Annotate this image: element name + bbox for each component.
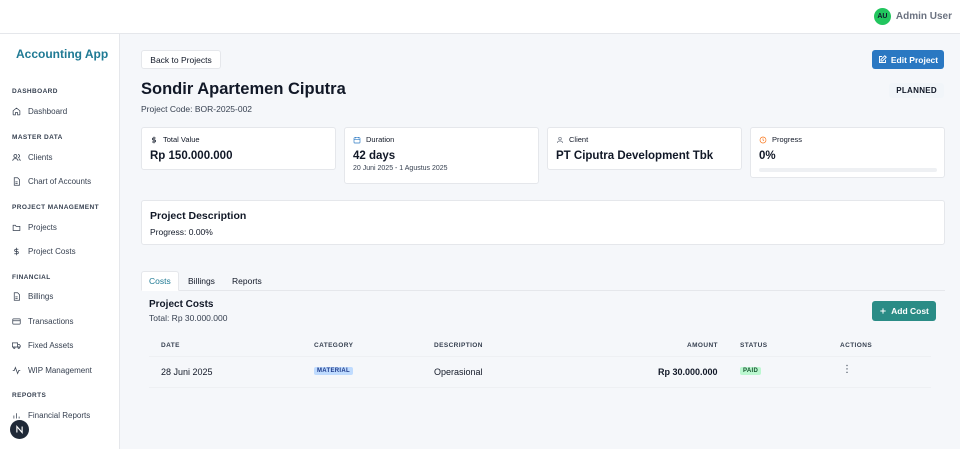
- card-label: Total Value: [150, 135, 200, 144]
- total-value: Rp 150.000.000: [150, 150, 233, 162]
- add-cost-label: Add Cost: [891, 306, 929, 316]
- top-bar: AU Admin User: [0, 0, 960, 34]
- tab-reports[interactable]: Reports: [225, 271, 269, 291]
- category-badge: MATERIAL: [314, 367, 353, 375]
- activity-icon: [12, 366, 21, 375]
- total-value-card: Total Value Rp 150.000.000: [141, 127, 336, 170]
- dollar-icon: [14, 247, 19, 256]
- header-divider: [149, 356, 931, 357]
- column-header-status: STATUS: [740, 342, 768, 349]
- users-icon: [12, 154, 21, 161]
- sidebar-item-label: Dashboard: [28, 107, 68, 116]
- status-badge: PLANNED: [889, 83, 944, 98]
- sidebar-item-clients[interactable]: Clients: [12, 153, 52, 162]
- more-vertical-icon[interactable]: ⋮: [842, 365, 852, 375]
- user-name[interactable]: Admin User: [896, 11, 952, 22]
- sidebar-item-transactions[interactable]: Transactions: [12, 317, 74, 326]
- file-icon: [13, 177, 20, 186]
- edit-project-button[interactable]: Edit Project: [872, 50, 944, 69]
- calendar-icon: [353, 136, 361, 143]
- project-code: Project Code: BOR-2025-002: [141, 104, 253, 114]
- costs-total: Total: Rp 30.000.000: [149, 313, 228, 323]
- truck-icon: [12, 342, 21, 349]
- card-label-text: Total Value: [163, 135, 200, 144]
- progress-value: 0%: [759, 150, 776, 162]
- sidebar-item-wip-management[interactable]: WIP Management: [12, 366, 92, 375]
- card-label-text: Progress: [772, 135, 803, 144]
- duration-value: 42 days: [353, 150, 396, 162]
- edit-project-label: Edit Project: [890, 54, 939, 65]
- client-value: PT Ciputra Development Tbk: [556, 150, 714, 162]
- sidebar-item-project-costs[interactable]: Project Costs: [12, 247, 76, 256]
- progress-bar: [759, 168, 937, 172]
- card-label-text: Duration: [366, 135, 395, 144]
- column-header-amount: AMOUNT: [687, 342, 718, 349]
- duration-dates: 20 Juni 2025 - 1 Agustus 2025: [353, 165, 448, 172]
- sidebar-item-label: Project Costs: [28, 247, 76, 256]
- home-icon: [12, 107, 21, 116]
- sidebar-section-master-data: MASTER DATA: [12, 134, 63, 141]
- plus-icon: [880, 308, 886, 314]
- n-logo-icon: [16, 425, 23, 434]
- file-icon: [13, 292, 20, 301]
- card-label: Client: [556, 135, 588, 144]
- client-card: Client PT Ciputra Development Tbk: [547, 127, 742, 170]
- sidebar-item-label: Billings: [28, 292, 54, 301]
- sidebar-item-label: Clients: [28, 153, 53, 162]
- tab-billings[interactable]: Billings: [181, 271, 222, 291]
- sidebar-item-label: WIP Management: [28, 366, 92, 375]
- column-header-date: DATE: [161, 342, 180, 349]
- cell-amount: Rp 30.000.000: [658, 367, 718, 377]
- page-title: Sondir Apartemen Ciputra: [141, 80, 346, 98]
- tab-bar: Costs Billings Reports: [141, 271, 945, 291]
- column-header-description: DESCRIPTION: [434, 342, 483, 349]
- cell-description: Operasional: [434, 367, 483, 377]
- clock-icon: [759, 136, 767, 143]
- progress-card: Progress 0%: [750, 127, 945, 178]
- main-content: Back to Projects Edit Project Sondir Apa…: [121, 34, 960, 449]
- column-header-category: CATEGORY: [314, 342, 354, 349]
- app-brand[interactable]: Accounting App: [16, 47, 108, 61]
- sidebar-section-dashboard: DASHBOARD: [12, 88, 58, 95]
- card-label: Progress: [759, 135, 802, 144]
- sidebar-item-financial-reports[interactable]: Financial Reports: [12, 411, 90, 420]
- column-header-actions: ACTIONS: [840, 342, 873, 349]
- status-badge-paid: PAID: [740, 367, 762, 375]
- sidebar-item-dashboard[interactable]: Dashboard: [12, 107, 67, 116]
- card-icon: [12, 318, 21, 325]
- next-logo-button[interactable]: [10, 420, 29, 439]
- sidebar-item-chart-of-accounts[interactable]: Chart of Accounts: [12, 177, 91, 186]
- add-cost-button[interactable]: Add Cost: [872, 301, 936, 321]
- sidebar-section-reports: REPORTS: [12, 392, 47, 399]
- sidebar-item-label: Chart of Accounts: [28, 177, 92, 186]
- dollar-icon: [152, 136, 156, 143]
- card-label-text: Client: [569, 135, 589, 144]
- description-title: Project Description: [150, 210, 247, 222]
- sidebar-item-projects[interactable]: Projects: [12, 223, 57, 232]
- edit-icon: [878, 55, 887, 63]
- sidebar-item-label: Projects: [28, 223, 57, 232]
- sidebar: Accounting App DASHBOARD Dashboard MASTE…: [0, 34, 120, 449]
- sidebar-item-label: Financial Reports: [28, 411, 91, 420]
- duration-card: Duration 42 days 20 Juni 2025 - 1 Agustu…: [344, 127, 539, 184]
- avatar[interactable]: AU: [873, 8, 891, 25]
- row-divider: [149, 387, 931, 388]
- bar-chart-icon: [13, 413, 20, 419]
- sidebar-item-label: Fixed Assets: [28, 341, 74, 350]
- user-icon: [557, 136, 563, 143]
- cell-date: 28 Juni 2025: [161, 367, 213, 377]
- sidebar-item-label: Transactions: [28, 317, 74, 326]
- sidebar-item-fixed-assets[interactable]: Fixed Assets: [12, 341, 73, 350]
- card-label: Duration: [353, 135, 394, 144]
- tab-costs[interactable]: Costs: [141, 271, 179, 291]
- description-text: Progress: 0.00%: [150, 227, 213, 237]
- project-description-card: Project Description Progress: 0.00%: [141, 200, 945, 245]
- sidebar-section-project-management: PROJECT MANAGEMENT: [12, 204, 100, 211]
- costs-title: Project Costs: [149, 299, 214, 310]
- user-menu[interactable]: AU Admin User: [873, 8, 952, 25]
- sidebar-item-billings[interactable]: Billings: [12, 292, 53, 301]
- folder-icon: [12, 224, 21, 231]
- sidebar-section-financial: FINANCIAL: [12, 274, 51, 281]
- back-to-projects-button[interactable]: Back to Projects: [141, 50, 221, 69]
